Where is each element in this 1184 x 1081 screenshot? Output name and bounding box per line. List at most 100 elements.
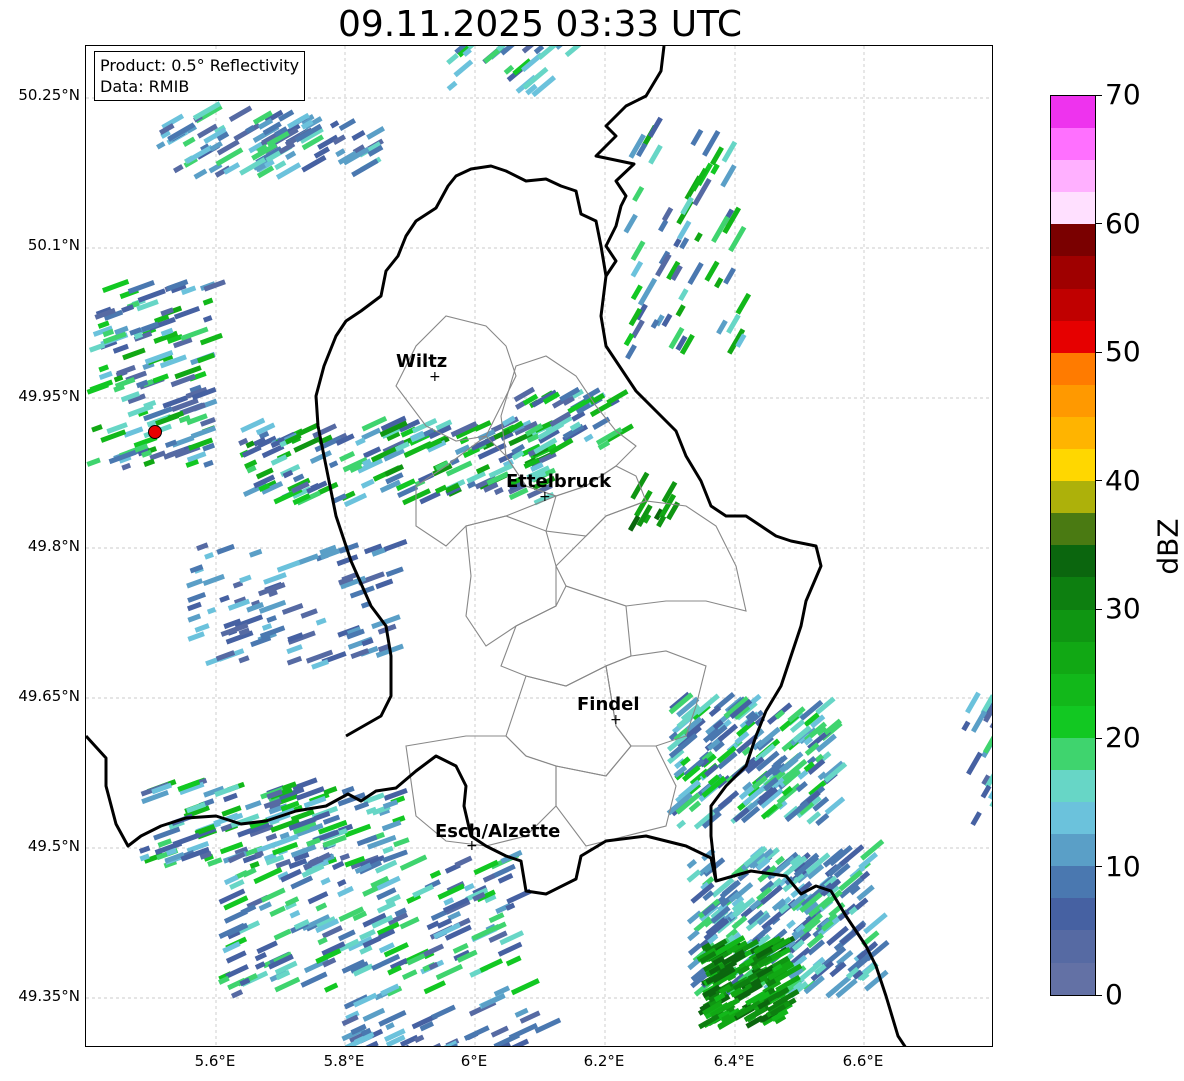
colorbar-segment	[1051, 930, 1095, 963]
echo-cell	[180, 326, 209, 341]
echo-cell	[647, 116, 663, 138]
echo-cell	[437, 883, 465, 900]
echo-cell	[735, 292, 752, 315]
lon-label-5.6: 5.6°E	[194, 1052, 236, 1070]
echo-cell	[723, 267, 736, 285]
ettelbruck-marker-icon: +	[539, 489, 551, 505]
echo-cell	[186, 578, 204, 589]
echo-cell	[338, 118, 357, 132]
echo-cell	[721, 140, 738, 163]
colorbar-tick	[1096, 866, 1102, 867]
colorbar-segment	[1051, 962, 1095, 995]
map-gridlines	[86, 46, 992, 1046]
lat-label-49.5: 49.5°N	[27, 837, 80, 855]
lon-label-6.2: 6.2°E	[583, 1052, 625, 1070]
echo-cell	[190, 425, 217, 439]
esch-marker-icon: +	[466, 838, 478, 854]
echo-cell	[274, 160, 287, 171]
echo-cell	[315, 902, 328, 912]
echo-cell	[430, 1004, 456, 1020]
colorbar-tick	[1096, 95, 1102, 96]
echo-cell	[269, 905, 286, 918]
lat-label-49.8: 49.8°N	[27, 537, 80, 555]
echo-cell	[432, 1042, 442, 1046]
echo-cell	[216, 543, 235, 555]
colorbar-segment	[1051, 224, 1095, 257]
echo-cell	[435, 963, 464, 981]
colorbar-segment	[1051, 449, 1095, 482]
echo-cell	[382, 845, 394, 854]
echo-cell	[193, 168, 208, 180]
echo-cell	[320, 877, 331, 886]
echo-cell	[127, 280, 155, 294]
echo-cell	[276, 559, 301, 573]
echo-cell	[385, 566, 404, 578]
product-info-box: Product: 0.5° Reflectivity Data: RMIB	[94, 51, 306, 101]
echo-cell	[137, 288, 166, 303]
echo-cell	[86, 457, 101, 467]
echo-cell	[185, 144, 214, 164]
colorbar-segment	[1051, 320, 1095, 353]
echo-cell	[592, 416, 611, 430]
echo-cell	[187, 631, 205, 642]
echo-cell	[186, 601, 202, 612]
colorbar-segment	[1051, 769, 1095, 803]
product-label: Product: 0.5° Reflectivity	[100, 56, 300, 75]
radar-site-icon	[148, 425, 162, 439]
echo-cell	[260, 887, 286, 903]
radar-map[interactable]	[85, 45, 993, 1047]
echo-cell	[172, 832, 200, 847]
echo-cell	[482, 873, 496, 883]
echo-cell	[417, 472, 435, 484]
echo-cell	[337, 885, 354, 898]
colorbar-label-10: 10	[1105, 850, 1141, 883]
place-label-esch-alzette: Esch/Alzette	[435, 821, 561, 842]
echo-cell	[121, 462, 132, 471]
echo-cell	[254, 961, 266, 970]
echo-cell	[508, 1022, 538, 1041]
lat-label-50.25: 50.25°N	[18, 86, 80, 104]
colorbar-segment	[1051, 352, 1095, 385]
echo-cell	[196, 542, 209, 552]
echo-cell	[675, 304, 686, 317]
echo-cell	[965, 691, 981, 714]
echo-cell	[632, 186, 645, 202]
colorbar-tick	[1096, 352, 1102, 353]
echo-cell	[286, 644, 303, 655]
colorbar-tick	[1096, 480, 1102, 481]
echo-cell	[88, 342, 106, 353]
echo-cell	[194, 623, 210, 633]
echo-cell	[286, 655, 303, 666]
echo-cell	[676, 819, 687, 830]
echo-cell	[637, 277, 658, 306]
place-label-ettelbruck: Ettelbruck	[506, 471, 612, 492]
echo-cell	[786, 919, 796, 929]
echo-cell	[138, 845, 151, 854]
colorbar	[1050, 95, 1096, 996]
colorbar-segment	[1051, 802, 1095, 835]
echo-cell	[564, 46, 587, 58]
echo-cell	[335, 148, 346, 158]
echo-cell	[98, 370, 113, 381]
echo-cell	[375, 578, 394, 590]
echo-cell	[463, 882, 475, 892]
place-label-wiltz: Wiltz	[396, 351, 448, 372]
echo-cell	[172, 164, 184, 174]
echo-cell	[982, 733, 992, 754]
echo-cell	[714, 277, 724, 289]
echo-cell	[336, 554, 359, 567]
echo-cell	[249, 548, 263, 558]
echo-cell	[479, 958, 504, 973]
echo-cell	[401, 969, 418, 981]
echo-cell	[244, 800, 262, 811]
echo-cell	[966, 751, 983, 776]
echo-cell	[329, 120, 340, 129]
lat-label-49.35: 49.35°N	[18, 987, 80, 1005]
echo-cell	[285, 150, 297, 160]
echo-cell	[467, 46, 488, 50]
colorbar-segment	[1051, 705, 1095, 738]
echo-cell	[315, 617, 327, 626]
echo-cell	[265, 833, 278, 842]
colorbar-label-60: 60	[1105, 207, 1141, 240]
echo-cell	[366, 126, 386, 140]
